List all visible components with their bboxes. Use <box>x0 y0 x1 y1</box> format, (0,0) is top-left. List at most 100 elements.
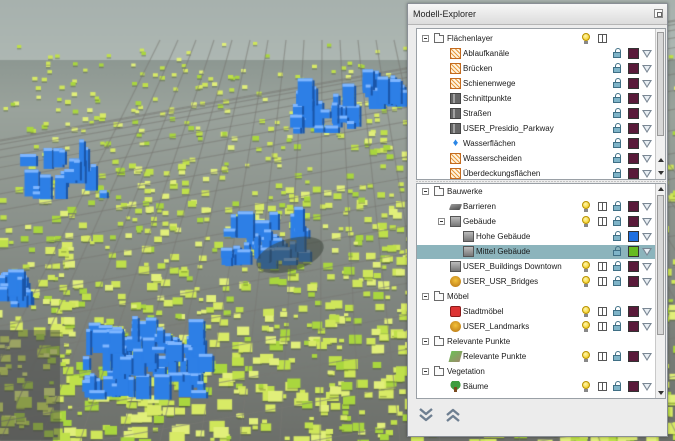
expand-collapse-icon[interactable] <box>422 35 429 42</box>
color-swatch[interactable] <box>628 123 639 134</box>
lock-icon[interactable] <box>613 351 621 361</box>
expand-collapse-icon[interactable] <box>422 188 429 195</box>
scroll-down-arrow-icon[interactable] <box>658 391 664 395</box>
visibility-bulb-icon[interactable] <box>582 216 590 227</box>
filter-icon[interactable] <box>642 323 652 331</box>
layer-row[interactable]: Straßen <box>417 107 655 121</box>
color-swatch[interactable] <box>628 201 639 212</box>
layer-row[interactable]: Mittel Gebäude <box>417 245 655 259</box>
layer-row[interactable]: Brücken <box>417 62 655 76</box>
color-swatch[interactable] <box>628 321 639 332</box>
filter-icon[interactable] <box>642 95 652 103</box>
filter-icon[interactable] <box>642 80 652 88</box>
filter-icon[interactable] <box>642 233 652 241</box>
color-swatch[interactable] <box>628 381 639 392</box>
color-swatch[interactable] <box>628 153 639 164</box>
lock-icon[interactable] <box>613 201 621 211</box>
color-swatch[interactable] <box>628 351 639 362</box>
layer-row[interactable]: USER_Presidio_Parkway <box>417 122 655 136</box>
tree-bottom-scrollbar[interactable] <box>655 184 665 398</box>
lock-icon[interactable] <box>613 231 621 241</box>
filter-icon[interactable] <box>642 248 652 256</box>
visibility-bulb-icon[interactable] <box>582 276 590 287</box>
attribute-book-icon[interactable] <box>598 34 607 43</box>
lock-icon[interactable] <box>613 123 621 133</box>
dock-float-icon[interactable] <box>654 9 663 18</box>
visibility-bulb-icon[interactable] <box>582 261 590 272</box>
expand-collapse-icon[interactable] <box>422 293 429 300</box>
color-swatch[interactable] <box>628 246 639 257</box>
lock-icon[interactable] <box>613 306 621 316</box>
double-chevron-down-icon[interactable] <box>417 406 435 424</box>
color-swatch[interactable] <box>628 78 639 89</box>
lock-icon[interactable] <box>613 138 621 148</box>
filter-icon[interactable] <box>642 308 652 316</box>
lock-icon[interactable] <box>613 276 621 286</box>
filter-icon[interactable] <box>642 278 652 286</box>
attribute-book-icon[interactable] <box>598 352 607 361</box>
scroll-up-arrow-icon[interactable] <box>658 187 664 191</box>
layer-row[interactable]: Stadtmöbel <box>417 305 655 319</box>
layer-row[interactable]: USER_Buildings Downtown <box>417 260 655 274</box>
color-swatch[interactable] <box>628 306 639 317</box>
lock-icon[interactable] <box>613 93 621 103</box>
filter-icon[interactable] <box>642 65 652 73</box>
filter-icon[interactable] <box>642 50 652 58</box>
filter-icon[interactable] <box>642 383 652 391</box>
lock-icon[interactable] <box>613 78 621 88</box>
layer-row[interactable]: Bäume <box>417 380 655 394</box>
layer-row[interactable]: ♦ Wasserflächen <box>417 137 655 151</box>
color-swatch[interactable] <box>628 261 639 272</box>
lock-icon[interactable] <box>613 63 621 73</box>
attribute-book-icon[interactable] <box>598 382 607 391</box>
attribute-book-icon[interactable] <box>598 202 607 211</box>
group-row[interactable]: Vegetation <box>417 365 655 379</box>
filter-icon[interactable] <box>642 110 652 118</box>
panel-titlebar[interactable]: Modell-Explorer <box>408 4 667 25</box>
visibility-bulb-icon[interactable] <box>582 33 590 44</box>
layer-row[interactable]: Ablaufkanäle <box>417 47 655 61</box>
lock-icon[interactable] <box>613 48 621 58</box>
lock-icon[interactable] <box>613 261 621 271</box>
lock-icon[interactable] <box>613 321 621 331</box>
filter-icon[interactable] <box>642 155 652 163</box>
filter-icon[interactable] <box>642 218 652 226</box>
layer-row[interactable]: USER_USR_Bridges <box>417 275 655 289</box>
visibility-bulb-icon[interactable] <box>582 381 590 392</box>
lock-icon[interactable] <box>613 216 621 226</box>
scrollbar-thumb[interactable] <box>657 32 664 136</box>
expand-collapse-icon[interactable] <box>422 368 429 375</box>
layer-row[interactable]: Überdeckungsflächen <box>417 167 655 179</box>
scroll-up-arrow-icon[interactable] <box>658 158 664 162</box>
layer-row[interactable]: Gebäude <box>417 215 655 229</box>
color-swatch[interactable] <box>628 48 639 59</box>
group-row[interactable]: Bauwerke <box>417 185 655 199</box>
lock-icon[interactable] <box>613 246 621 256</box>
color-swatch[interactable] <box>628 138 639 149</box>
filter-icon[interactable] <box>642 125 652 133</box>
color-swatch[interactable] <box>628 231 639 242</box>
lock-icon[interactable] <box>613 381 621 391</box>
expand-collapse-icon[interactable] <box>422 338 429 345</box>
double-chevron-up-icon[interactable] <box>444 406 462 424</box>
color-swatch[interactable] <box>628 63 639 74</box>
scrollbar-thumb[interactable] <box>657 195 664 335</box>
filter-icon[interactable] <box>642 170 652 178</box>
visibility-bulb-icon[interactable] <box>582 201 590 212</box>
scroll-down-arrow-icon[interactable] <box>658 171 664 175</box>
layer-row[interactable]: Relevante Punkte <box>417 350 655 364</box>
visibility-bulb-icon[interactable] <box>582 306 590 317</box>
group-row[interactable]: Flächenlayer <box>417 32 655 46</box>
layer-row[interactable]: USER_Landmarks <box>417 320 655 334</box>
color-swatch[interactable] <box>628 216 639 227</box>
attribute-book-icon[interactable] <box>598 307 607 316</box>
attribute-book-icon[interactable] <box>598 322 607 331</box>
color-swatch[interactable] <box>628 276 639 287</box>
color-swatch[interactable] <box>628 108 639 119</box>
visibility-bulb-icon[interactable] <box>582 321 590 332</box>
group-row[interactable]: Relevante Punkte <box>417 335 655 349</box>
attribute-book-icon[interactable] <box>598 277 607 286</box>
layer-row[interactable]: Barrieren <box>417 200 655 214</box>
filter-icon[interactable] <box>642 140 652 148</box>
attribute-book-icon[interactable] <box>598 262 607 271</box>
